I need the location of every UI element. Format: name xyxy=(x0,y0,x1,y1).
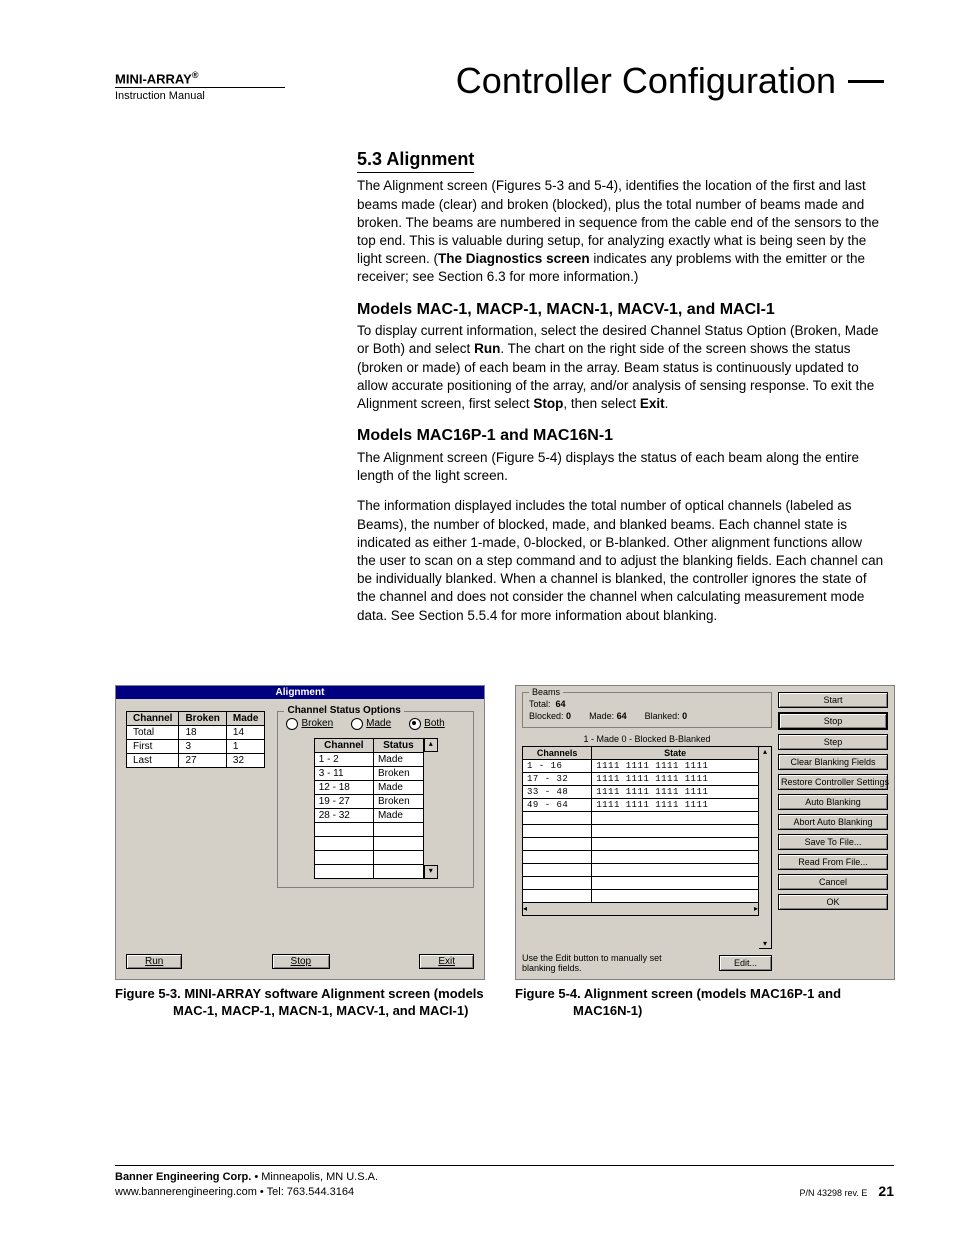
horizontal-scrollbar[interactable]: ◂▸ xyxy=(522,903,759,916)
table-row: 1 - 161111 1111 1111 1111 xyxy=(523,759,759,772)
window-titlebar: Alignment xyxy=(116,686,484,699)
alignment-window-a: Alignment Channel Broken Made Total1814 … xyxy=(115,685,485,980)
page-footer: Banner Engineering Corp. • Minneapolis, … xyxy=(115,1165,894,1199)
button-column: Start Stop Step Clear Blanking Fields Re… xyxy=(778,692,888,973)
stop-button[interactable]: Stop xyxy=(778,712,888,730)
table-row: 33 - 481111 1111 1111 1111 xyxy=(523,785,759,798)
page-number: 21 xyxy=(878,1183,894,1199)
channel-state-table: ChannelsState 1 - 161111 1111 1111 1111 … xyxy=(522,746,759,903)
exit-button[interactable]: Exit xyxy=(419,954,474,969)
auto-blanking-button[interactable]: Auto Blanking xyxy=(778,794,888,810)
beams-summary-group: Beams Total: 64 Blocked: 0 Made: 64 Blan… xyxy=(522,692,772,728)
paragraph-models-b-1: The Alignment screen (Figure 5-4) displa… xyxy=(357,449,884,485)
channel-status-options-group: Channel Status Options Broken Made Both … xyxy=(277,711,474,888)
paragraph-models-b-2: The information displayed includes the t… xyxy=(357,497,884,625)
channel-summary-table: Channel Broken Made Total1814 First31 La… xyxy=(126,711,265,768)
table-row: 49 - 641111 1111 1111 1111 xyxy=(523,798,759,811)
run-button[interactable]: Run xyxy=(126,954,182,969)
table-row: Last2732 xyxy=(127,753,265,767)
figure-5-3: Alignment Channel Broken Made Total1814 … xyxy=(115,685,485,1020)
registered-mark: ® xyxy=(192,70,199,80)
table-row: 1 - 2Made xyxy=(314,752,423,766)
read-from-file-button[interactable]: Read From File... xyxy=(778,854,888,870)
table-row: 19 - 27Broken xyxy=(314,794,423,808)
paragraph-intro: The Alignment screen (Figures 5-3 and 5-… xyxy=(357,177,884,286)
title-bar-decoration xyxy=(848,80,884,83)
radio-broken[interactable]: Broken xyxy=(286,718,333,730)
page-title: Controller Configuration xyxy=(456,60,836,102)
vertical-scrollbar[interactable]: ▴▾ xyxy=(759,746,772,949)
part-number: P/N 43298 rev. E xyxy=(799,1188,867,1198)
scroll-down-icon[interactable]: ▾ xyxy=(424,865,438,879)
ok-button[interactable]: OK xyxy=(778,894,888,910)
header-subtitle: Instruction Manual xyxy=(115,87,285,102)
body-content: 5.3 Alignment The Alignment screen (Figu… xyxy=(357,147,884,625)
table-row: 28 - 32Made xyxy=(314,808,423,822)
radio-made[interactable]: Made xyxy=(351,718,391,730)
figure-caption-5-3: Figure 5-3. MINI-ARRAY software Alignmen… xyxy=(115,986,485,1020)
table-row: Total1814 xyxy=(127,725,265,739)
stop-button[interactable]: Stop xyxy=(272,954,331,969)
step-button[interactable]: Step xyxy=(778,734,888,750)
figure-5-4: Beams Total: 64 Blocked: 0 Made: 64 Blan… xyxy=(515,685,895,1020)
state-legend: 1 - Made 0 - Blocked B-Blanked xyxy=(522,734,772,744)
channel-status-table: ChannelStatus 1 - 2Made 3 - 11Broken 12 … xyxy=(314,738,424,879)
table-row: 12 - 18Made xyxy=(314,780,423,794)
scroll-up-icon[interactable]: ▴ xyxy=(424,738,438,752)
cancel-button[interactable]: Cancel xyxy=(778,874,888,890)
figure-caption-5-4: Figure 5-4. Alignment screen (models MAC… xyxy=(515,986,895,1020)
table-row: First31 xyxy=(127,739,265,753)
edit-button[interactable]: Edit... xyxy=(719,955,772,971)
sub-heading-models-b: Models MAC16P-1 and MAC16N-1 xyxy=(357,425,884,447)
table-row: 17 - 321111 1111 1111 1111 xyxy=(523,772,759,785)
table-row: 3 - 11Broken xyxy=(314,766,423,780)
header-right: Controller Configuration xyxy=(456,60,884,102)
sub-heading-models-a: Models MAC-1, MACP-1, MACN-1, MACV-1, an… xyxy=(357,299,884,321)
alignment-window-b: Beams Total: 64 Blocked: 0 Made: 64 Blan… xyxy=(515,685,895,980)
section-heading: 5.3 Alignment xyxy=(357,147,474,173)
header-left: MINI-ARRAY® Instruction Manual xyxy=(115,70,285,102)
product-name: MINI-ARRAY xyxy=(115,71,192,86)
radio-both[interactable]: Both xyxy=(409,718,445,730)
paragraph-models-a: To display current information, select t… xyxy=(357,322,884,413)
start-button[interactable]: Start xyxy=(778,692,888,708)
clear-blanking-button[interactable]: Clear Blanking Fields xyxy=(778,754,888,770)
save-to-file-button[interactable]: Save To File... xyxy=(778,834,888,850)
edit-hint-row: Use the Edit button to manually set blan… xyxy=(522,953,772,973)
abort-auto-blanking-button[interactable]: Abort Auto Blanking xyxy=(778,814,888,830)
restore-settings-button[interactable]: Restore Controller Settings xyxy=(778,774,888,790)
